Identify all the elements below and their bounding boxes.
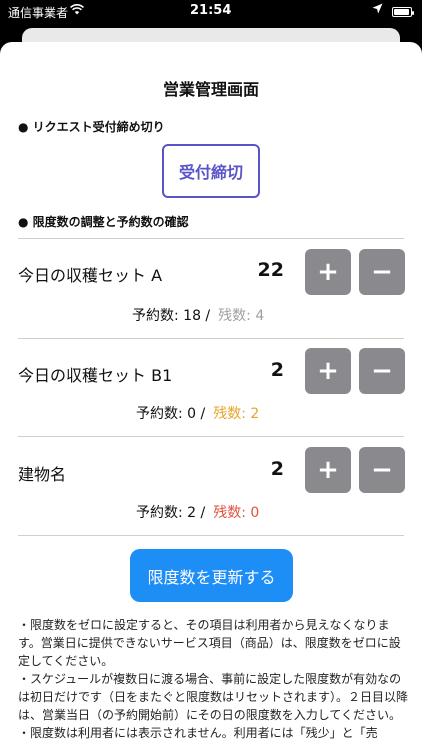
item-name: 今日の収穫セット B1 [18, 366, 173, 385]
deadline-section-heading: ● リクエスト受付締め切り [18, 120, 165, 134]
reservation-line: 予約数: 18 / 残数: 4 [132, 305, 264, 325]
clock: 21:54 [190, 3, 232, 18]
item-limit-value: 2 [270, 458, 284, 480]
limits-section-heading: ● 限度数の調整と予約数の確認 [18, 215, 189, 229]
reservation-line: 予約数: 2 / 残数: 0 [136, 502, 259, 522]
decrement-button[interactable]: − [359, 447, 405, 493]
item-name: 建物名 [18, 465, 67, 484]
status-bar: 通信事業者 21:54 [0, 0, 422, 24]
carrier-label: 通信事業者 [8, 6, 69, 20]
remaining-count: 残数: 4 [218, 308, 265, 324]
close-requests-button[interactable]: 受付締切 [162, 144, 260, 198]
decrement-button[interactable]: − [359, 348, 405, 394]
note-paragraph: ・スケジュールが複数日に渡る場合、事前に設定した限度数が有効なのは初日だけです（… [18, 672, 409, 722]
reservation-line: 予約数: 0 / 残数: 2 [136, 403, 259, 423]
divider [18, 238, 404, 239]
note-paragraph: ・限度数は利用者には表示されません。利用者には「残少」と「売 [18, 726, 378, 740]
wifi-icon [70, 4, 84, 18]
divider [18, 338, 404, 339]
remaining-count: 残数: 0 [213, 505, 260, 521]
item-limit-value: 22 [257, 259, 284, 281]
reserved-count: 予約数: 0 / [136, 406, 206, 422]
remaining-count: 残数: 2 [213, 406, 260, 422]
increment-button[interactable]: + [305, 249, 351, 295]
reserved-count: 予約数: 18 / [132, 308, 211, 324]
item-name: 今日の収穫セット A [18, 266, 163, 285]
notes-text: ・限度数をゼロに設定すると、その項目は利用者から見えなくなります。営業日に提供で… [18, 616, 408, 742]
item-limit-value: 2 [270, 359, 284, 381]
decrement-button[interactable]: − [359, 249, 405, 295]
reserved-count: 予約数: 2 / [136, 505, 206, 521]
location-arrow-icon [372, 3, 383, 17]
increment-button[interactable]: + [305, 348, 351, 394]
update-limits-button[interactable]: 限度数を更新する [130, 549, 293, 602]
increment-button[interactable]: + [305, 447, 351, 493]
divider [18, 436, 404, 437]
note-paragraph: ・限度数をゼロに設定すると、その項目は利用者から見えなくなります。営業日に提供で… [18, 618, 401, 668]
page-title: 営業管理画面 [162, 80, 259, 99]
battery-icon [392, 7, 414, 17]
divider [18, 535, 404, 536]
